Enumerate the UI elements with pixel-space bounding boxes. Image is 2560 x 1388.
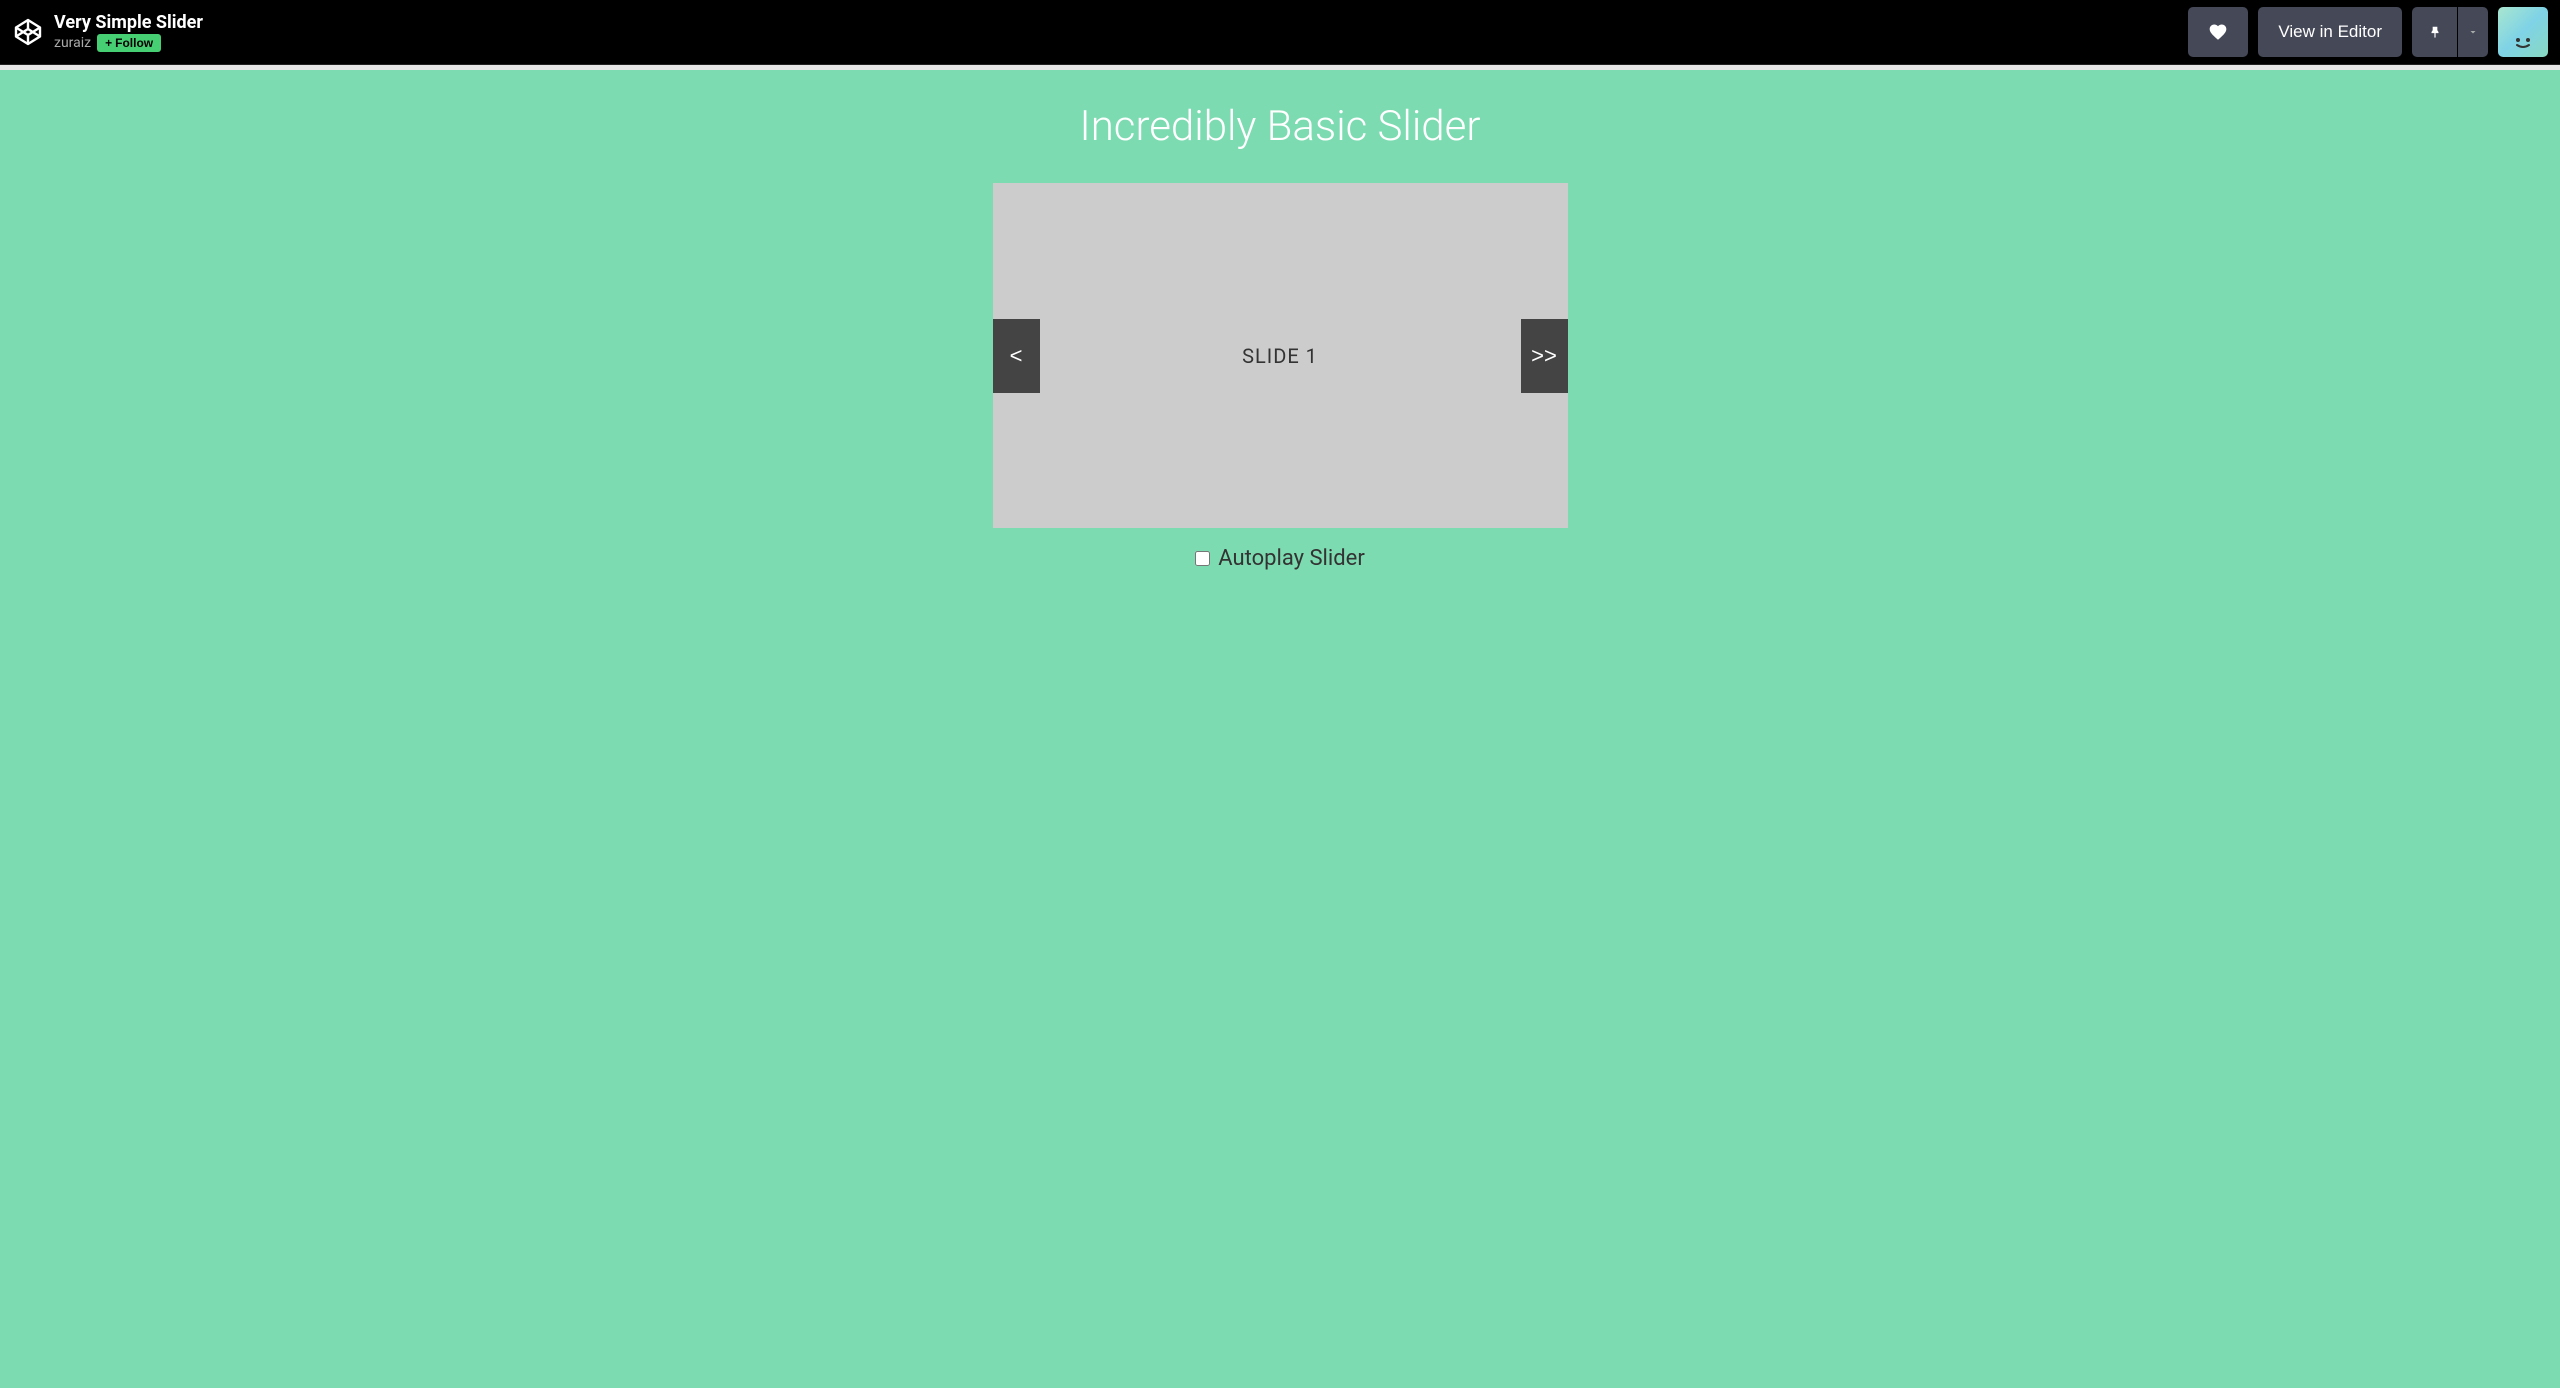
view-in-editor-button[interactable]: View in Editor (2258, 7, 2402, 57)
follow-button[interactable]: + Follow (97, 34, 161, 52)
codepen-logo-icon[interactable] (12, 16, 44, 48)
pen-output: Incredibly Basic Slider < SLIDE 1 >> Aut… (0, 70, 2560, 1388)
pin-icon (2428, 23, 2442, 41)
heart-icon (2208, 22, 2228, 42)
pen-info: Very Simple Slider zuraiz + Follow (54, 12, 203, 52)
app-header: Very Simple Slider zuraiz + Follow View … (0, 0, 2560, 65)
slider-heading: Incredibly Basic Slider (0, 102, 2560, 151)
plus-icon: + (105, 36, 112, 50)
pin-dropdown-button[interactable] (2458, 7, 2488, 57)
slider-next-button[interactable]: >> (1521, 319, 1568, 393)
follow-label: Follow (115, 36, 153, 50)
autoplay-control: Autoplay Slider (0, 546, 2560, 571)
pin-button-group (2412, 7, 2488, 57)
avatar-face-icon (2512, 37, 2534, 49)
pin-button[interactable] (2412, 7, 2457, 57)
user-avatar[interactable] (2498, 7, 2548, 57)
heart-button[interactable] (2188, 7, 2248, 57)
autoplay-checkbox[interactable] (1195, 551, 1210, 566)
header-left: Very Simple Slider zuraiz + Follow (12, 12, 203, 52)
slide-label: SLIDE 1 (1242, 344, 1318, 368)
pen-author[interactable]: zuraiz (54, 35, 91, 51)
slider-prev-button[interactable]: < (993, 319, 1040, 393)
pen-title: Very Simple Slider (54, 12, 203, 34)
pen-meta: zuraiz + Follow (54, 34, 203, 52)
autoplay-label: Autoplay Slider (1218, 546, 1365, 571)
chevron-down-icon (2467, 26, 2479, 38)
slider-container: < SLIDE 1 >> (993, 183, 1568, 528)
header-right: View in Editor (2188, 7, 2548, 57)
